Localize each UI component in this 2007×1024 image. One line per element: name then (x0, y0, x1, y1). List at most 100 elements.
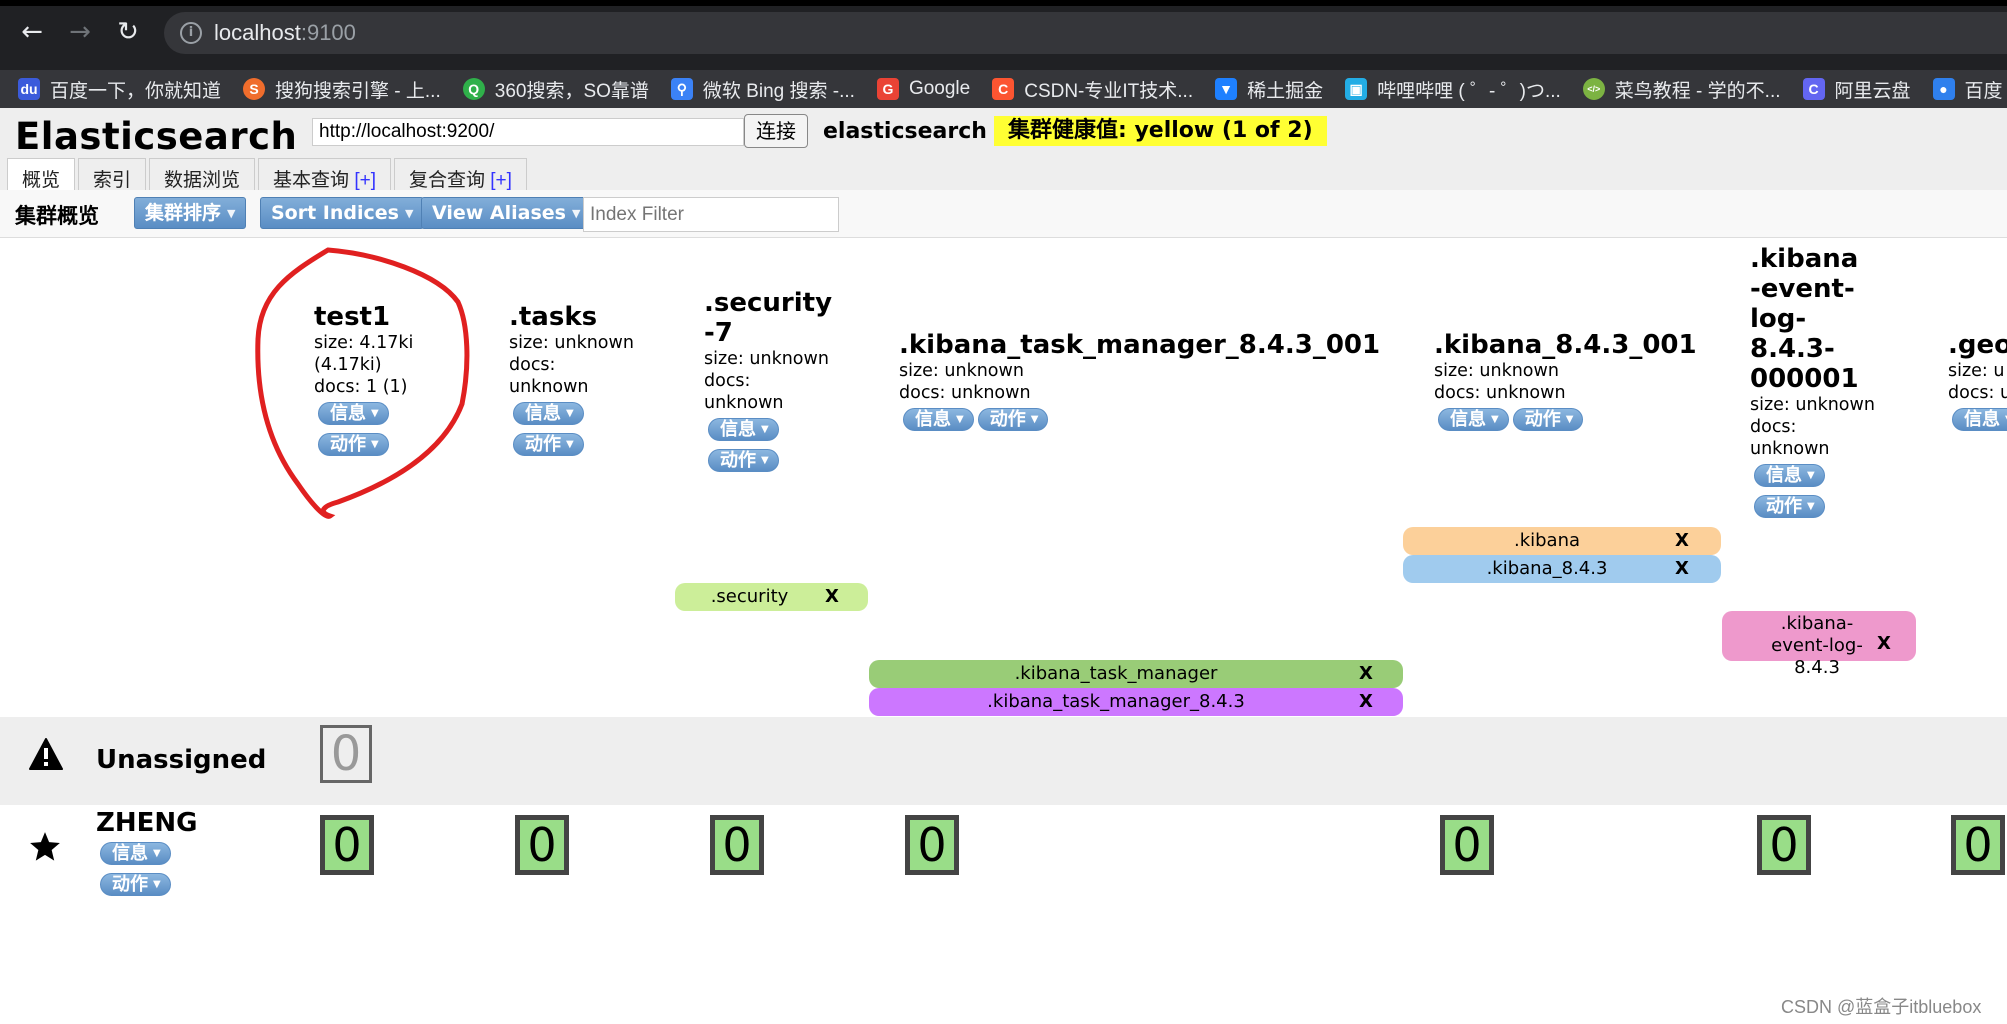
main-tabs: 概览 索引 数据浏览 基本查询 [+] 复合查询 [+] (7, 158, 527, 192)
reload-icon[interactable]: ↻ (114, 18, 142, 46)
remove-alias-button[interactable]: X (825, 583, 839, 611)
primary-shard[interactable]: 0 (1757, 815, 1811, 875)
cluster-health-badge: 集群健康值: yellow (1 of 2) (994, 116, 1327, 146)
info-label: 信息 (1450, 409, 1486, 430)
address-bar[interactable]: i localhost:9100 (164, 12, 2007, 54)
connect-button[interactable]: 连接 (744, 114, 808, 148)
bookmark-item[interactable]: ⚲ 微软 Bing 搜索 -... (670, 76, 855, 103)
info-label: 信息 (915, 409, 951, 430)
caret-down-icon: ▼ (371, 408, 379, 419)
bookmark-item[interactable]: Q 360搜索，SO靠谱 (462, 76, 649, 103)
caret-down-icon: ▼ (566, 408, 574, 419)
back-icon[interactable]: ← (18, 18, 46, 46)
bookmark-label: 百度 (1964, 80, 2003, 102)
index-filter-input[interactable] (583, 197, 839, 232)
index-action-button[interactable]: 动作 ▼ (1512, 408, 1584, 431)
master-star-icon (28, 830, 62, 873)
sort-indices-dropdown[interactable]: Sort Indices ▼ (260, 197, 425, 229)
index-info-button[interactable]: 信息▼ (318, 402, 389, 425)
remove-alias-button[interactable]: X (1675, 555, 1689, 583)
index-card: .security-7 size: unknown docs: unknown 信息 ▼… (704, 288, 839, 476)
index-action-button[interactable]: 动作 ▼ (977, 408, 1049, 431)
tab-2[interactable]: 数据浏览 (149, 158, 256, 191)
alias-tag: .kibana_task_manager_8.4.3 X (869, 688, 1403, 716)
primary-shard[interactable]: 0 (320, 815, 374, 875)
toolbar-title: 集群概览 (15, 204, 99, 228)
bookmark-item[interactable]: </> 菜鸟教程 - 学的不... (1582, 76, 1781, 103)
primary-shard[interactable]: 0 (1951, 815, 2005, 875)
node-info-button[interactable]: 信息 ▼ (100, 842, 171, 865)
tab-0[interactable]: 概览 (7, 158, 76, 192)
index-docs: docs: unknown (1434, 383, 1566, 403)
forward-icon[interactable]: → (66, 18, 94, 46)
caret-down-icon: ▼ (153, 848, 161, 859)
alias-tag: .security X (675, 583, 868, 611)
bookmark-item[interactable]: ▼ 稀土掘金 (1215, 76, 1323, 103)
tab-4[interactable]: 复合查询 [+] (393, 158, 527, 191)
bilibili-icon: ▣ (1345, 78, 1368, 100)
bookmark-label: 哔哩哔哩 ( ゜- ゜)つ... (1377, 80, 1561, 102)
info-label: 信息 (112, 843, 148, 864)
remove-alias-button[interactable]: X (1359, 688, 1373, 716)
index-info-button[interactable]: 信息▼ (1438, 408, 1509, 431)
index-card: test1 size: 4.17ki (4.17ki) docs: 1 (1) 信息 ▼… (314, 302, 444, 460)
index-card: .geosize: udocs: u 信息▼ (1948, 330, 2007, 435)
bookmark-label: 稀土掘金 (1247, 80, 1324, 102)
cluster-url-input[interactable] (312, 118, 744, 146)
unassigned-shard[interactable]: 0 (320, 725, 372, 783)
baidupan-icon: ● (1932, 78, 1955, 100)
overview-toolbar: 集群概览 集群排序 ▼ Sort Indices ▼ View Aliases ▼ (0, 190, 2007, 238)
info-label: 信息 (1766, 465, 1802, 486)
index-name: .security-7 (704, 288, 833, 348)
remove-alias-button[interactable]: X (1359, 660, 1373, 688)
tab-label: 索引 (93, 170, 132, 191)
alias-name: .security (710, 586, 789, 607)
primary-shard[interactable]: 0 (1440, 815, 1494, 875)
caret-down-icon: ▼ (227, 206, 236, 220)
bookmark-item[interactable]: C 阿里云盘 (1802, 76, 1911, 103)
tab-add-icon[interactable]: [+] (490, 170, 512, 191)
action-label: 动作 (1524, 409, 1561, 430)
cluster-sort-dropdown[interactable]: 集群排序 ▼ (134, 197, 247, 229)
action-label: 动作 (989, 409, 1026, 430)
view-aliases-dropdown[interactable]: View Aliases ▼ (421, 197, 592, 229)
tab-3[interactable]: 基本查询 [+] (258, 158, 391, 191)
index-info-button[interactable]: 信息▼ (1754, 464, 1825, 487)
index-action-button[interactable]: 动作 ▼ (318, 433, 389, 456)
tab-1[interactable]: 索引 (78, 158, 147, 191)
sogou-icon: S (243, 78, 266, 100)
node-action-button[interactable]: 动作 ▼ (100, 873, 171, 896)
index-info-button[interactable]: 信息▼ (513, 402, 584, 425)
bookmark-item[interactable]: G Google (876, 78, 970, 100)
index-action-button[interactable]: 动作 ▼ (513, 433, 584, 456)
info-icon[interactable]: i (180, 22, 202, 44)
caret-down-icon: ▼ (572, 206, 581, 220)
tab-label: 数据浏览 (164, 170, 241, 191)
aliyundrive-icon: C (1802, 78, 1825, 100)
tab-label: 基本查询 (273, 170, 355, 191)
index-info-button[interactable]: 信息▼ (708, 418, 779, 441)
remove-alias-button[interactable]: X (1877, 633, 1891, 655)
bookmark-label: 搜狗搜索引擎 - 上... (275, 80, 441, 102)
primary-shard[interactable]: 0 (905, 815, 959, 875)
view-aliases-label: View Aliases (432, 202, 566, 224)
url-port: :9100 (300, 20, 356, 45)
tab-add-icon[interactable]: [+] (354, 170, 376, 191)
primary-shard[interactable]: 0 (515, 815, 569, 875)
bookmark-item[interactable]: S 搜狗搜索引擎 - 上... (243, 76, 441, 103)
address-url[interactable]: localhost:9100 (214, 20, 356, 46)
caret-down-icon: ▼ (956, 414, 964, 425)
index-action-button[interactable]: 动作 ▼ (708, 449, 779, 472)
index-docs: docs: unknown (509, 355, 589, 397)
bookmark-item[interactable]: ▣ 哔哩哔哩 ( ゜- ゜)つ... (1345, 76, 1561, 103)
remove-alias-button[interactable]: X (1675, 527, 1689, 555)
index-action-button[interactable]: 动作 ▼ (1754, 495, 1825, 518)
info-label: 信息 (720, 419, 756, 440)
index-info-button[interactable]: 信息 ▼ (903, 408, 974, 431)
google-icon: G (876, 78, 899, 100)
index-info-button[interactable]: 信息▼ (1952, 408, 2007, 431)
bookmark-item[interactable]: du 百度一下，你就知道 (18, 76, 221, 103)
bookmark-item[interactable]: ● 百度 (1932, 76, 2003, 103)
primary-shard[interactable]: 0 (710, 815, 764, 875)
bookmark-item[interactable]: C CSDN-专业IT技术... (992, 76, 1193, 103)
